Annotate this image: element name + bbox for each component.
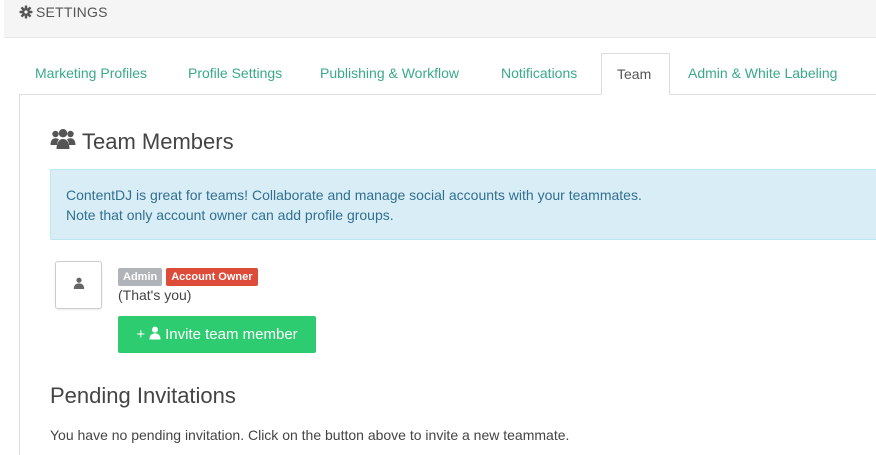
users-icon [50, 128, 76, 156]
plus-sign: + [136, 326, 146, 343]
tab-marketing-profiles[interactable]: Marketing Profiles [20, 53, 162, 94]
team-info-alert: ContentDJ is great for teams! Collaborat… [50, 169, 876, 240]
settings-title: SETTINGS [19, 4, 108, 20]
pending-invitations-empty-text: You have no pending invitation. Click on… [50, 427, 570, 443]
account-owner-badge: Account Owner [166, 268, 258, 286]
invite-team-member-button[interactable]: + Invite team member [118, 316, 316, 353]
avatar[interactable] [55, 261, 102, 309]
settings-title-text: SETTINGS [36, 4, 108, 20]
pending-invitations-heading: Pending Invitations [50, 383, 236, 408]
admin-badge: Admin [118, 268, 163, 286]
member-badges: Admin Account Owner [118, 268, 258, 286]
settings-header: SETTINGS [4, 0, 876, 38]
info-line-2: Note that only account owner can add pro… [66, 207, 394, 223]
info-line-1: ContentDJ is great for teams! Collaborat… [66, 187, 642, 203]
tab-admin-white-labeling[interactable]: Admin & White Labeling [673, 53, 852, 94]
gear-icon [19, 5, 33, 19]
tab-publishing-workflow[interactable]: Publishing & Workflow [305, 53, 474, 94]
team-members-title: Team Members [82, 129, 234, 154]
invite-button-label: Invite team member [165, 326, 298, 343]
tab-notifications[interactable]: Notifications [486, 53, 592, 94]
member-note: (That's you) [118, 287, 192, 303]
user-icon [149, 326, 161, 344]
settings-page: SETTINGS Marketing Profiles Profile Sett… [0, 0, 876, 455]
team-members-heading: Team Members [50, 128, 234, 156]
settings-tabs: Marketing Profiles Profile Settings Publ… [19, 53, 876, 95]
user-icon [73, 276, 85, 294]
tab-profile-settings[interactable]: Profile Settings [173, 53, 297, 94]
tab-team[interactable]: Team [601, 53, 670, 95]
